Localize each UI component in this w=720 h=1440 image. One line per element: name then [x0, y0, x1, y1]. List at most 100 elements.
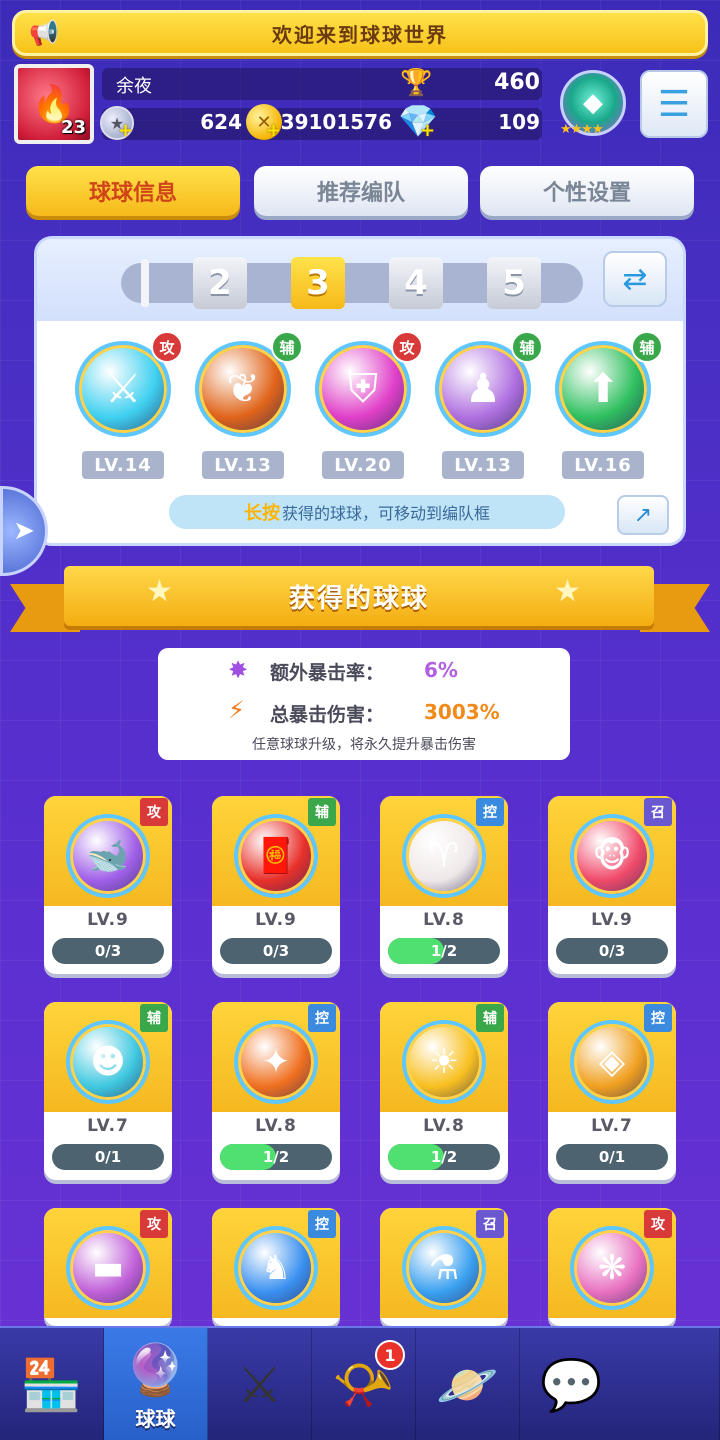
card-progress-text: 1/2 [430, 1148, 458, 1166]
card-progress-text: 0/3 [94, 942, 122, 960]
share-button[interactable]: ↗ [617, 495, 669, 535]
ball-card[interactable]: ▬ 攻 [44, 1208, 172, 1326]
figure-icon: ♞ [234, 1226, 318, 1310]
card-level: LV.9 [87, 910, 129, 930]
ball-level: LV.13 [202, 451, 284, 479]
red-envelope-icon: 🧧 [234, 814, 318, 898]
hint-highlight: 长按 [243, 503, 280, 524]
player-avatar[interactable]: 🔥 23 [14, 64, 94, 144]
card-progress-bar: 0/1 [52, 1144, 164, 1170]
ball-card[interactable]: 🐋 攻 LV.9 0/3 [44, 796, 172, 974]
add-gem-icon[interactable]: + [420, 120, 435, 141]
card-progress-bar: 0/3 [52, 938, 164, 964]
hamburger-icon: ☰ [657, 83, 691, 125]
ball-type-tag: 召 [476, 1210, 504, 1238]
ball-level: LV.16 [562, 451, 644, 479]
team-slot-4[interactable]: 4 [389, 257, 443, 309]
slot-1-edge[interactable] [141, 259, 149, 307]
menu-button[interactable]: ☰ [640, 70, 708, 138]
rank-stars: ★★★★ [560, 122, 604, 137]
ball-level: LV.14 [82, 451, 164, 479]
tab-recommended-team[interactable]: 推荐编队 [254, 166, 468, 216]
swap-arrows-icon: ⇄ [622, 261, 648, 297]
ball-type-tag: 控 [308, 1210, 336, 1238]
drag-hint: 长按 获得的球球，可移动到编队框 [169, 495, 565, 529]
card-progress-bar: 0/3 [556, 938, 668, 964]
card-progress-bar: 0/3 [220, 938, 332, 964]
team-slot-5[interactable]: 5 [487, 257, 541, 309]
ball-type-tag: 攻 [644, 1210, 672, 1238]
card-progress-bar: 1/2 [388, 938, 500, 964]
gold-count: 39101576 [280, 110, 392, 134]
tab-personal-settings[interactable]: 个性设置 [480, 166, 694, 216]
tab-ball-info[interactable]: 球球信息 [26, 166, 240, 216]
swap-team-button[interactable]: ⇄ [603, 251, 667, 307]
card-progress-text: 0/3 [598, 942, 626, 960]
ball-card[interactable]: ☻ 辅 LV.7 0/1 [44, 1002, 172, 1180]
crit-note: 任意球球升级，将永久提升暴击伤害 [252, 737, 476, 753]
extra-crit-value: 6% [424, 658, 458, 682]
gem-icon: ◈ [570, 1020, 654, 1104]
card-progress-text: 0/3 [262, 942, 290, 960]
ball-type-tag: 辅 [271, 331, 303, 363]
silver-count: 624 [200, 110, 242, 134]
ball-card[interactable]: 🧧 辅 LV.9 0/3 [212, 796, 340, 974]
whale-icon: 🐋 [66, 814, 150, 898]
collection-title: 获得的球球 [288, 583, 429, 614]
shop-icon: 🏪 [20, 1355, 83, 1414]
ball-type-tag: 攻 [140, 1210, 168, 1238]
ball-type-tag: 攻 [140, 798, 168, 826]
monkey-icon: 🐵 [570, 814, 654, 898]
team-panel: 2 3 4 5 ⇄ ⚔ 攻 LV.14 ❦ 辅 LV.13 ⛨ 攻 LV.20 ♟ 辅 LV.13 ⬆ 辅… [34, 236, 686, 546]
nav-chat[interactable]: 💬 [520, 1328, 720, 1440]
card-progress-text: 1/2 [430, 942, 458, 960]
nav-planet[interactable]: 🪐 [416, 1328, 520, 1440]
crit-damage-icon: ⚡ [228, 696, 245, 724]
nav-whistle[interactable]: 📯 1 [312, 1328, 416, 1440]
nav-battle[interactable]: ⚔ [208, 1328, 312, 1440]
team-slot-2[interactable]: 2 [193, 257, 247, 309]
ball-type-tag: 辅 [476, 1004, 504, 1032]
ball-type-tag: 攻 [151, 331, 183, 363]
planet-icon: 🪐 [436, 1355, 499, 1414]
ball-card[interactable]: ☀ 辅 LV.8 1/2 [380, 1002, 508, 1180]
spirit-icon: ☻ [66, 1020, 150, 1104]
ball-type-tag: 控 [308, 1004, 336, 1032]
card-level: LV.9 [591, 910, 633, 930]
ball-card[interactable]: ❋ 攻 [548, 1208, 676, 1326]
ball-card[interactable]: 🐵 召 LV.9 0/3 [548, 796, 676, 974]
ball-card[interactable]: ◈ 控 LV.7 0/1 [548, 1002, 676, 1180]
ball-type-tag: 辅 [511, 331, 543, 363]
player-level: 23 [60, 117, 86, 138]
bird-icon: ➤ [13, 516, 35, 546]
belt-icon: ▬ [66, 1226, 150, 1310]
ball-card[interactable]: ⚗ 召 [380, 1208, 508, 1326]
add-silver-icon[interactable]: + [118, 120, 133, 141]
nav-balls[interactable]: 🔮 球球 [104, 1328, 208, 1440]
extra-crit-label: 额外暴击率： [270, 662, 385, 684]
ball-level: LV.20 [322, 451, 404, 479]
star-burst-icon: ✦ [234, 1020, 318, 1104]
nav-shop[interactable]: 🏪 [0, 1328, 104, 1440]
team-slot-3[interactable]: 3 [291, 257, 345, 309]
card-progress-text: 1/2 [262, 1148, 290, 1166]
total-crit-label: 总暴击伤害： [270, 704, 385, 726]
card-level: LV.7 [87, 1116, 129, 1136]
ball-card[interactable]: ✦ 控 LV.8 1/2 [212, 1002, 340, 1180]
gem-count: 109 [498, 110, 540, 134]
ball-card[interactable]: ♞ 控 [212, 1208, 340, 1326]
ball-card[interactable]: ♈ 控 LV.8 1/2 [380, 796, 508, 974]
ram-icon: ♈ [402, 814, 486, 898]
notification-badge: 1 [375, 1340, 405, 1370]
ball-type-tag: 辅 [140, 1004, 168, 1032]
ball-type-tag: 召 [644, 798, 672, 826]
ball-type-tag: 攻 [391, 331, 423, 363]
card-progress-text: 0/1 [598, 1148, 626, 1166]
crit-rate-icon: ✸ [228, 656, 249, 684]
player-name: 余夜 [116, 76, 152, 97]
hint-text: 获得的球球，可移动到编队框 [281, 504, 490, 523]
crystal-icon: ❋ [570, 1226, 654, 1310]
ball-type-tag: 控 [476, 798, 504, 826]
potion-icon: ⚗ [402, 1226, 486, 1310]
welcome-banner[interactable]: 📢 欢迎来到球球世界 [12, 10, 708, 56]
